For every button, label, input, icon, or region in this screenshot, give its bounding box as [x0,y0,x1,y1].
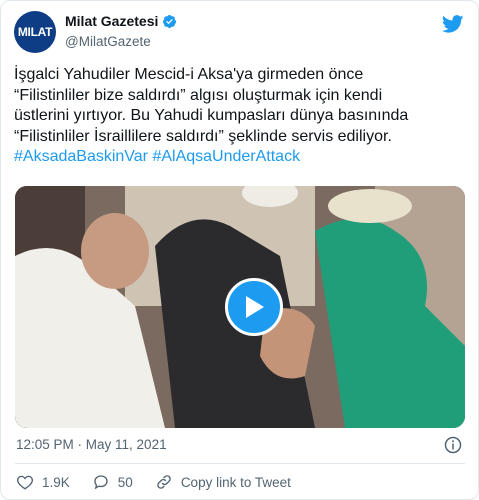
tweet-body: İşgalci Yahudiler Mescid-i Aksa'ya girme… [14,66,409,145]
reply-icon [94,475,108,490]
tweet-text: İşgalci Yahudiler Mescid-i Aksa'ya girme… [14,65,469,168]
verified-icon [163,14,177,28]
display-name[interactable]: Milat Gazetesi [65,13,158,29]
avatar-logo-text: MILAT [17,25,53,39]
like-button[interactable]: 1.9K [16,473,70,491]
play-button[interactable] [225,278,283,336]
reply-count: 50 [117,474,133,490]
hashtag-links[interactable]: #AksadaBaskinVar #AlAqsaUnderAttack [14,148,300,165]
heart-icon [17,475,33,490]
play-icon [246,296,264,318]
tweet-card: MILAT Milat Gazetesi @MilatGazete İşgalc… [0,0,479,500]
tweet-actions: 1.9K 50 Copy link to Tweet [16,473,313,491]
copy-link-label: Copy link to Tweet [180,474,291,490]
info-icon[interactable] [444,436,462,454]
tweet-timestamp[interactable]: 12:05 PM · May 11, 2021 [16,437,167,452]
divider [15,463,465,464]
account-handle[interactable]: @MilatGazete [65,34,151,49]
reply-button[interactable]: 50 [92,473,133,491]
twitter-bird-icon[interactable] [442,13,464,35]
copy-link-button[interactable]: Copy link to Tweet [155,473,291,491]
author-name-row[interactable]: Milat Gazetesi [65,13,177,29]
avatar[interactable]: MILAT [14,11,56,53]
like-count: 1.9K [42,474,70,490]
video-thumbnail[interactable] [15,186,465,428]
link-icon [157,475,171,489]
